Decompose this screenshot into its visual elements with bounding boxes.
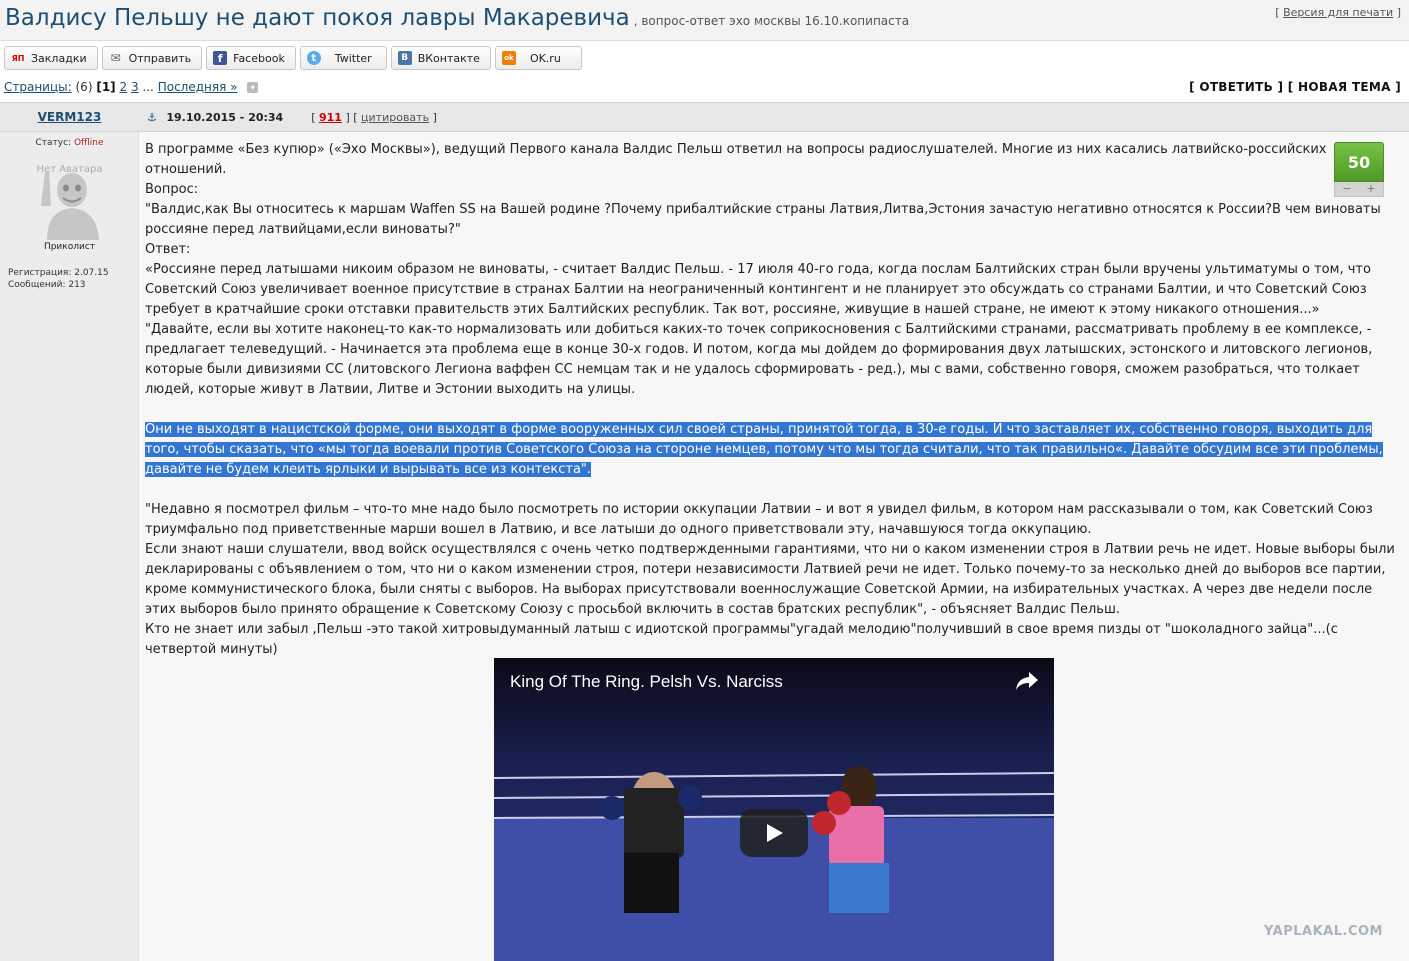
author-stats: Регистрация: 2.07.15 Сообщений: 213 (8, 267, 109, 291)
vk-button[interactable]: B ВКонтакте (390, 46, 491, 70)
pages-count: (6) (75, 80, 93, 94)
last-page-link[interactable]: Последняя » (158, 80, 238, 94)
author-name[interactable]: VERM123 (0, 103, 139, 131)
video-embed[interactable]: King Of The Ring. Pelsh Vs. Narciss (494, 658, 1054, 961)
twitter-icon: t (306, 51, 321, 65)
yandex-icon: ЯП (11, 53, 25, 63)
pagination: Страницы: (6) [1] 2 3 ... Последняя » ▾ (4, 80, 259, 94)
status-value: Offline (73, 138, 104, 148)
pages-ellipsis: ... (142, 80, 154, 94)
post-content: В программе «Без купюр» («Эхо Москвы»), … (139, 132, 1409, 961)
quote-bracket-right: ] (429, 111, 437, 124)
post-paragraph: "Давайте, если вы хотите наконец-то как-… (145, 322, 1373, 397)
goto-page-icon[interactable]: ▾ (247, 82, 259, 93)
print-version: [ Версия для печати ] (1275, 6, 1401, 19)
play-icon (767, 824, 783, 842)
send-button[interactable]: ✉ Отправить (101, 46, 203, 70)
avatar-placeholder-icon (41, 172, 99, 240)
post-meta: ⚓ 19.10.2015 - 20:34 [ 911 ] [ цитироват… (147, 111, 437, 124)
bookmarks-button[interactable]: ЯП Закладки (4, 46, 98, 70)
topic-subtitle: , вопрос-ответ эхо москвы 16.10.копипаст… (633, 14, 910, 28)
registration-date: Регистрация: 2.07.15 (8, 268, 109, 278)
share-label: ВКонтакте (417, 51, 480, 65)
post-paragraph: Кто не знает или забыл ,Пельш -это такой… (145, 622, 1338, 657)
selected-text: Они не выходят в нацистской форме, они в… (145, 422, 1383, 477)
share-label: Отправить (128, 51, 192, 65)
video-title: King Of The Ring. Pelsh Vs. Narciss (510, 672, 783, 691)
author-status: Статус: Offline (0, 138, 139, 148)
vk-icon: B (397, 51, 412, 65)
avatar (35, 162, 105, 240)
post-number[interactable]: 911 (319, 111, 342, 124)
share-arrow-icon[interactable] (1016, 672, 1038, 694)
current-page: [1] (96, 80, 116, 94)
ok-button[interactable]: ok OK.ru (494, 46, 582, 70)
anchor-icon[interactable]: ⚓ (147, 111, 157, 124)
pages-label[interactable]: Страницы: (4, 80, 72, 94)
post-date: 19.10.2015 - 20:34 (166, 111, 284, 124)
rating-score: 50 (1334, 142, 1384, 182)
share-label: OK.ru (529, 51, 561, 65)
page-link-3[interactable]: 3 (131, 80, 139, 94)
new-topic-button[interactable]: [ НОВАЯ ТЕМА ] (1288, 80, 1401, 94)
post-paragraph: Если знают наши слушатели, ввод войск ос… (145, 542, 1395, 617)
topic-header: Валдису Пельшу не дают покоя лавры Макар… (0, 0, 1409, 41)
share-bar: ЯП Закладки ✉ Отправить f Facebook t Twitter… (4, 46, 582, 70)
author-sidebar: Статус: Offline Нет Аватара Приколист Ре… (0, 132, 139, 961)
quote-link[interactable]: цитировать (361, 111, 429, 124)
reply-button[interactable]: [ ОТВЕТИТЬ ] (1189, 80, 1283, 94)
print-bracket-right: ] (1393, 6, 1401, 19)
post-paragraph: "Валдис,как Вы относитесь к маршам Waffe… (145, 202, 1381, 237)
number-bracket-left: [ (311, 111, 319, 124)
page-title: Валдису Пельшу не дают покоя лавры Макар… (5, 5, 909, 31)
topic-actions: [ ОТВЕТИТЬ ] [ НОВАЯ ТЕМА ] (1189, 80, 1401, 94)
status-label: Статус: (35, 138, 74, 148)
share-label: Facebook (233, 51, 285, 65)
twitter-button[interactable]: t Twitter (299, 46, 387, 70)
facebook-button[interactable]: f Facebook (206, 46, 296, 70)
quote-bracket-left: [ (353, 111, 362, 124)
post-header: VERM123 ⚓ 19.10.2015 - 20:34 [ 911 ] [ ц… (0, 102, 1409, 132)
play-button[interactable] (740, 809, 808, 857)
post-body: В программе «Без купюр» («Эхо Москвы»), … (145, 140, 1400, 660)
site-watermark: YAPLAKAL.COM (1264, 924, 1383, 939)
message-count: Сообщений: 213 (8, 280, 86, 290)
print-version-link[interactable]: Версия для печати (1283, 6, 1393, 19)
share-label: Twitter (334, 51, 372, 65)
topic-title: Валдису Пельшу не дают покоя лавры Макар… (5, 5, 630, 31)
facebook-icon: f (213, 51, 228, 65)
number-bracket-right: ] (341, 111, 350, 124)
author-rank: Приколист (43, 242, 96, 252)
rating-plus-button[interactable]: + (1359, 182, 1383, 196)
post-paragraph: Вопрос: (145, 182, 199, 197)
post-paragraph: «Россияне перед латышами никоим образом … (145, 262, 1371, 317)
rating-controls: − + (1334, 182, 1384, 197)
post-paragraph: Ответ: (145, 242, 191, 257)
share-label: Закладки (31, 51, 87, 65)
post-rating: 50 − + (1334, 142, 1384, 197)
post-paragraph: В программе «Без купюр» («Эхо Москвы»), … (145, 142, 1327, 177)
highlighted-paragraph: Они не выходят в нацистской форме, они в… (145, 420, 1400, 480)
post-paragraph: "Недавно я посмотрел фильм – что-то мне … (145, 502, 1373, 537)
page-link-2[interactable]: 2 (119, 80, 127, 94)
ok-icon: ok (501, 51, 516, 65)
print-bracket-left: [ (1275, 6, 1284, 19)
mail-icon: ✉ (110, 51, 121, 65)
rating-minus-button[interactable]: − (1335, 182, 1359, 196)
